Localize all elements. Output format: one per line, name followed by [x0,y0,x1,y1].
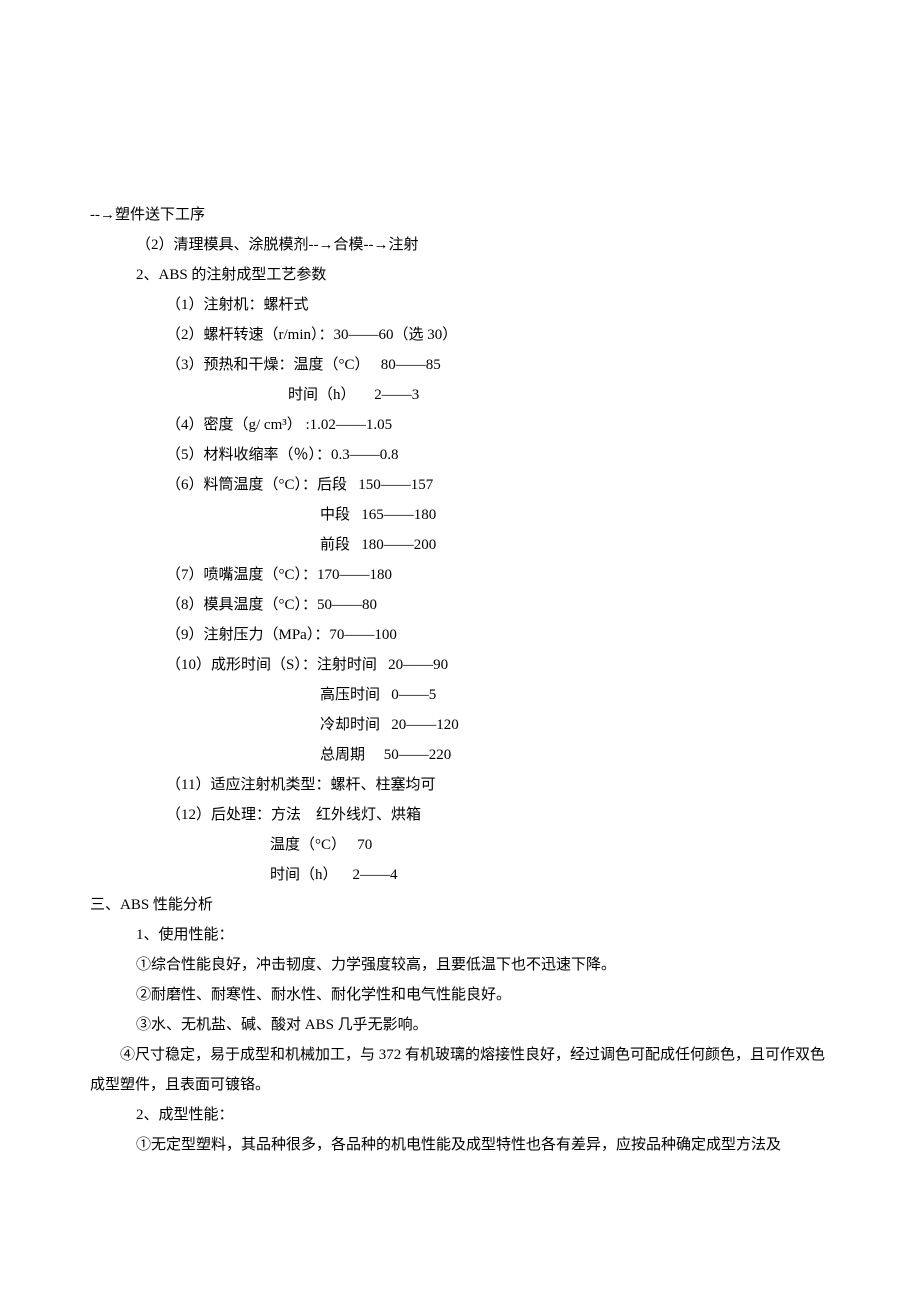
param-post-process-temp: 温度（°C） 70 [90,830,830,860]
usage-performance-header: 1、使用性能： [90,920,830,950]
param-preheat-temp: （3）预热和干燥：温度（°C） 80——85 [90,350,830,380]
process-step-2: （2）清理模具、涂脱模剂--→合模--→注射 [90,230,830,260]
param-form-total-cycle: 总周期 50——220 [90,740,830,770]
process-step-line: --→塑件送下工序 [90,200,830,230]
param-form-inject-time: （10）成形时间（S）：注射时间 20——90 [90,650,830,680]
param-injection-pressure: （9）注射压力（MPa）：70——100 [90,620,830,650]
param-machine-type: （11）适应注射机类型：螺杆、柱塞均可 [90,770,830,800]
param-injector: （1）注射机：螺杆式 [90,290,830,320]
param-barrel-temp-rear: （6）料筒温度（°C）：后段 150——157 [90,470,830,500]
param-form-high-pressure-time: 高压时间 0——5 [90,680,830,710]
param-shrinkage: （5）材料收缩率（％）：0.3——0.8 [90,440,830,470]
param-screw-speed: （2）螺杆转速（r/min）：30——60（选 30） [90,320,830,350]
param-density: （4）密度（g/ cm³） :1.02——1.05 [90,410,830,440]
usage-point-2: ②耐磨性、耐寒性、耐水性、耐化学性和电气性能良好。 [90,980,830,1010]
usage-point-4: ④尺寸稳定，易于成型和机械加工，与 372 有机玻璃的熔接性良好，经过调色可配成… [90,1040,830,1100]
section-3-header: 三、ABS 性能分析 [90,890,830,920]
param-mold-temp: （8）模具温度（°C）：50——80 [90,590,830,620]
param-barrel-temp-front: 前段 180——200 [90,530,830,560]
molding-point-1: ①无定型塑料，其品种很多，各品种的机电性能及成型特性也各有差异，应按品种确定成型… [90,1130,830,1160]
param-nozzle-temp: （7）喷嘴温度（°C）：170——180 [90,560,830,590]
param-preheat-time: 时间（h） 2——3 [90,380,830,410]
usage-point-1: ①综合性能良好，冲击韧度、力学强度较高，且要低温下也不迅速下降。 [90,950,830,980]
section-2-header: 2、ABS 的注射成型工艺参数 [90,260,830,290]
param-post-process-time: 时间（h） 2——4 [90,860,830,890]
param-form-cooling-time: 冷却时间 20——120 [90,710,830,740]
usage-point-3: ③水、无机盐、碱、酸对 ABS 几乎无影响。 [90,1010,830,1040]
param-barrel-temp-mid: 中段 165——180 [90,500,830,530]
molding-performance-header: 2、成型性能： [90,1100,830,1130]
param-post-process-method: （12）后处理：方法 红外线灯、烘箱 [90,800,830,830]
